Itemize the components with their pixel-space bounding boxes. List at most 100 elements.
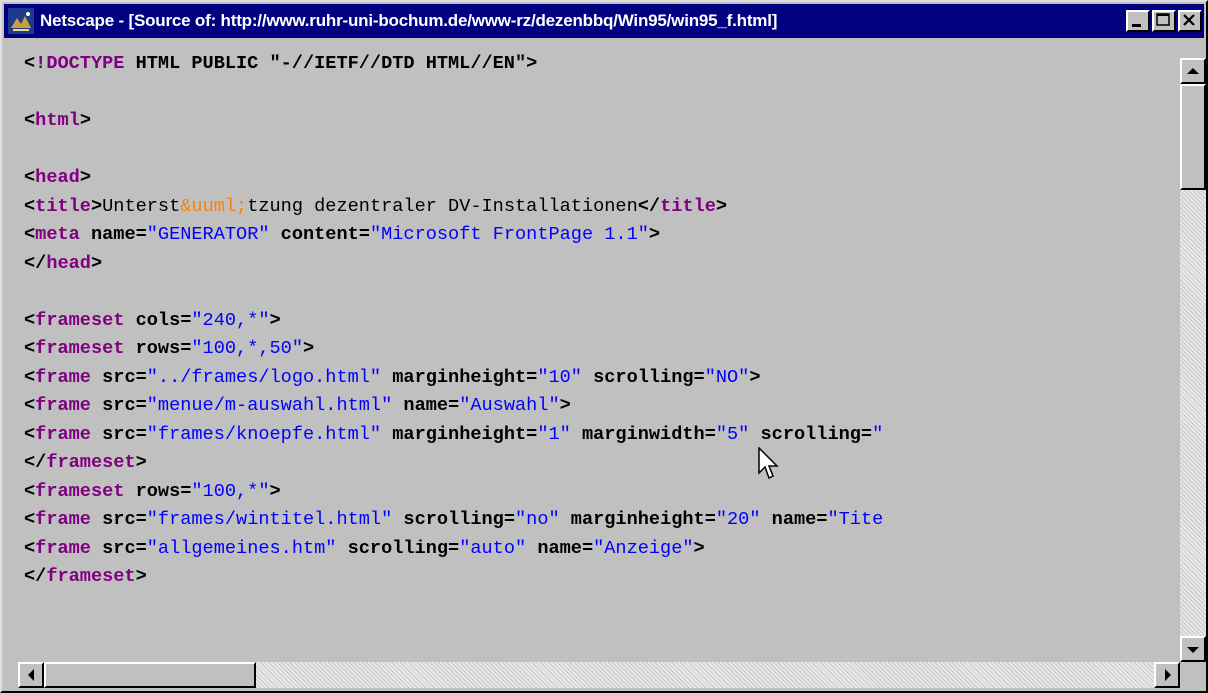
source-token: < xyxy=(24,395,36,416)
source-token: name= xyxy=(79,224,147,245)
horizontal-scroll-thumb[interactable] xyxy=(44,662,256,688)
source-token: frame xyxy=(35,509,91,530)
source-token: < xyxy=(24,537,36,559)
source-token: title xyxy=(35,195,91,217)
source-line xyxy=(24,278,883,307)
source-token: > xyxy=(559,395,571,416)
source-token: marginheight= xyxy=(381,366,538,388)
close-button[interactable] xyxy=(1178,10,1202,32)
minimize-icon xyxy=(1132,24,1141,27)
source-token: > xyxy=(526,53,538,74)
source-token: < xyxy=(24,53,36,74)
arrow-right-icon xyxy=(1165,669,1171,681)
source-token: frame xyxy=(35,423,91,445)
source-token: name= xyxy=(760,509,828,530)
scroll-right-button[interactable] xyxy=(1154,662,1180,688)
source-line: <meta name="GENERATOR" content="Microsof… xyxy=(24,221,883,250)
source-token: "20" xyxy=(715,509,761,530)
source-token: title xyxy=(660,195,716,217)
source-token: &uuml; xyxy=(180,195,248,217)
source-token: src= xyxy=(90,537,147,559)
source-token: < xyxy=(24,309,36,331)
source-token: > xyxy=(693,537,705,559)
source-token: scrolling= xyxy=(392,509,515,530)
source-token: frameset xyxy=(46,566,136,587)
source-token: "100,*" xyxy=(191,480,270,502)
source-token: < xyxy=(24,423,36,445)
source-token: > xyxy=(135,566,147,587)
source-token: > xyxy=(90,252,103,274)
source-token: src= xyxy=(90,423,147,445)
source-token: </ xyxy=(24,566,47,587)
netscape-logo-icon xyxy=(8,8,34,34)
source-token: </ xyxy=(24,452,47,473)
source-token: "NO" xyxy=(704,366,750,388)
source-token: Unterst xyxy=(102,195,181,217)
source-token: > xyxy=(269,309,281,331)
source-token: marginheight= xyxy=(381,423,538,445)
source-token: src= xyxy=(90,509,147,530)
arrow-up-icon xyxy=(1187,68,1199,74)
source-token: "Tite xyxy=(827,509,884,530)
source-token: "240,*" xyxy=(191,309,270,331)
source-token: > xyxy=(79,167,91,188)
source-token: "100,*,50" xyxy=(191,338,303,359)
source-token: html xyxy=(35,110,80,131)
source-token: < xyxy=(24,366,36,388)
arrow-left-icon xyxy=(28,669,34,681)
maximize-icon xyxy=(1156,13,1170,26)
source-token: "Auswahl" xyxy=(459,395,560,416)
scroll-left-button[interactable] xyxy=(18,662,44,688)
source-token: "no" xyxy=(515,509,560,530)
source-token: "../frames/logo.html" xyxy=(146,366,382,388)
source-line: <head> xyxy=(24,164,883,193)
source-line: <frame src="frames/wintitel.html" scroll… xyxy=(24,506,883,535)
source-token: "Anzeige" xyxy=(593,537,694,559)
source-token: "5" xyxy=(715,423,750,445)
source-line: <frameset cols="240,*"> xyxy=(24,307,883,336)
source-line: </frameset> xyxy=(24,449,883,478)
source-token: "1" xyxy=(537,423,571,445)
close-icon xyxy=(1183,14,1195,26)
source-token: name= xyxy=(526,537,594,559)
maximize-button[interactable] xyxy=(1152,10,1176,32)
source-token: frameset xyxy=(46,452,136,473)
horizontal-scrollbar[interactable] xyxy=(18,662,1180,688)
window-title: Netscape - [Source of: http://www.ruhr-u… xyxy=(40,11,778,30)
source-token: "frames/knoepfe.html" xyxy=(146,423,382,445)
source-token: rows= xyxy=(124,338,192,359)
source-token: </ xyxy=(24,252,47,274)
source-token: > xyxy=(135,452,147,473)
minimize-button[interactable] xyxy=(1126,10,1150,32)
source-token: < xyxy=(24,338,36,359)
source-token: !DOCTYPE xyxy=(35,53,125,74)
source-token: meta xyxy=(35,224,80,245)
source-token: content= xyxy=(269,224,370,245)
source-token: frame xyxy=(35,366,91,388)
source-token: < xyxy=(24,167,36,188)
source-token: marginheight= xyxy=(559,509,716,530)
source-token: > xyxy=(749,366,761,388)
source-token: frameset xyxy=(35,338,125,359)
source-token: tzung dezentraler DV-Installationen xyxy=(247,195,638,217)
source-line: </frameset> xyxy=(24,563,883,592)
source-line: </head> xyxy=(24,250,883,279)
source-line xyxy=(24,79,883,108)
source-token: src= xyxy=(90,366,147,388)
title-bar[interactable]: Netscape - [Source of: http://www.ruhr-u… xyxy=(4,4,1204,38)
source-line: <title>Unterst&uuml;tzung dezentraler DV… xyxy=(24,193,883,222)
source-line: <frame src="allgemeines.htm" scrolling="… xyxy=(24,535,883,564)
source-token: "menue/m-auswahl.html" xyxy=(146,395,393,416)
source-token: < xyxy=(24,509,36,530)
browser-window: Netscape - [Source of: http://www.ruhr-u… xyxy=(0,0,1208,693)
vertical-scroll-thumb[interactable] xyxy=(1180,84,1206,190)
scroll-up-button[interactable] xyxy=(1180,58,1206,84)
source-token: < xyxy=(24,480,36,502)
source-token: marginwidth= xyxy=(570,423,716,445)
scrollbar-corner xyxy=(1180,662,1206,688)
scroll-down-button[interactable] xyxy=(1180,636,1206,662)
arrow-down-icon xyxy=(1187,647,1199,653)
vertical-scrollbar[interactable] xyxy=(1180,58,1206,662)
source-line: <frame src="menue/m-auswahl.html" name="… xyxy=(24,392,883,421)
source-token: frameset xyxy=(35,309,125,331)
